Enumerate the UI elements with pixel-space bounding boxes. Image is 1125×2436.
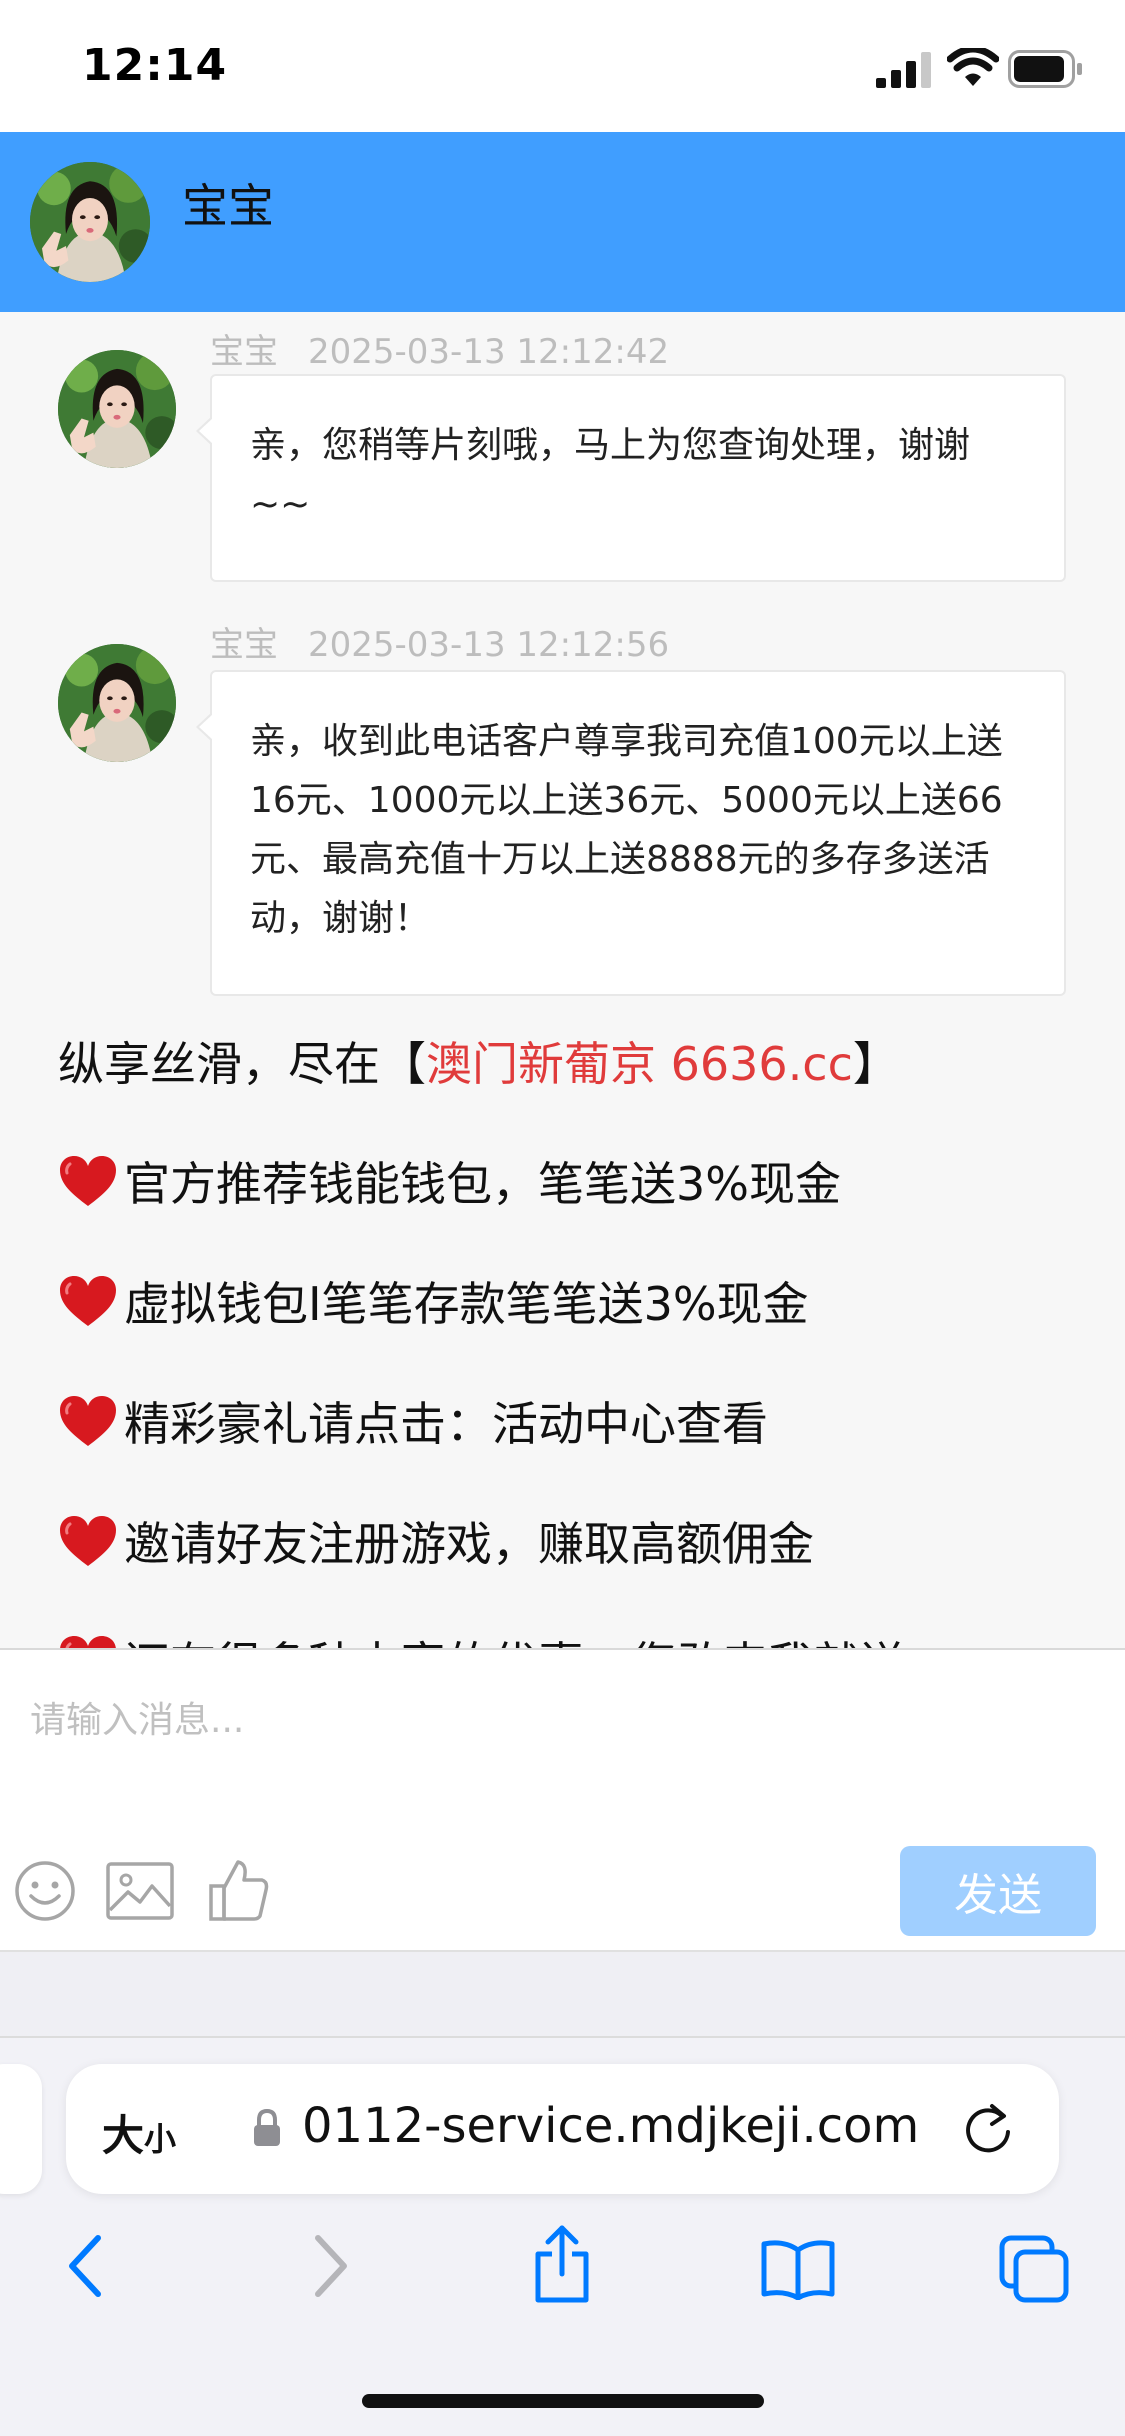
promo-prefix: 纵享丝滑，尽在【	[58, 1037, 426, 1091]
promo-headline: 纵享丝滑，尽在【澳门新葡京 6636.cc】	[58, 1028, 899, 1094]
wifi-icon	[947, 48, 999, 86]
message-avatar	[58, 350, 176, 468]
message-meta: 宝宝 2025-03-13 12:12:56	[210, 617, 669, 666]
promo-item-text: 官方推荐钱能钱包，笔笔送3%现金	[124, 1157, 841, 1211]
image-icon[interactable]	[106, 1862, 174, 1920]
message-timestamp: 2025-03-13 12:12:56	[308, 625, 670, 665]
message-timestamp: 2025-03-13 12:12:42	[308, 332, 670, 372]
text-size-button[interactable]: 大小	[102, 2102, 176, 2163]
text-size-big: 大	[102, 2111, 145, 2160]
heart-icon	[58, 1634, 118, 1648]
url-text[interactable]: 0112-service.mdjkeji.com	[302, 2098, 919, 2154]
status-time: 12:14	[82, 40, 228, 91]
lock-icon	[254, 2108, 280, 2146]
agent-name: 宝宝	[182, 179, 274, 233]
status-bar: 12:14	[0, 0, 1125, 132]
promo-item: 虚拟钱包I笔笔存款笔笔送3%现金	[58, 1268, 809, 1334]
back-icon[interactable]	[66, 2234, 106, 2298]
tabs-icon[interactable]	[998, 2234, 1070, 2304]
message-list[interactable]: 宝宝 2025-03-13 12:12:42 亲，您稍等片刻哦，马上为您查询处理，…	[0, 312, 1125, 1648]
message-input[interactable]	[30, 1680, 1090, 1760]
message-meta: 宝宝 2025-03-13 12:12:42	[210, 324, 669, 373]
chat-header: 宝宝	[0, 132, 1125, 312]
promo-item: 邀请好友注册游戏，赚取高额佣金	[58, 1508, 814, 1574]
forward-icon[interactable]	[310, 2234, 350, 2298]
promo-item-text: 邀请好友注册游戏，赚取高额佣金	[124, 1517, 814, 1571]
share-icon[interactable]	[530, 2224, 594, 2304]
emoji-icon[interactable]	[14, 1860, 76, 1922]
promo-suffix: 】	[852, 1037, 899, 1091]
address-bar[interactable]: 大小 0112-service.mdjkeji.com	[66, 2064, 1059, 2194]
agent-avatar	[30, 162, 150, 282]
thumbs-up-icon[interactable]	[208, 1858, 270, 1922]
composer: 发送	[0, 1648, 1125, 1950]
signal-icon	[876, 52, 931, 88]
reload-icon[interactable]	[962, 2102, 1016, 2156]
message-sender: 宝宝	[210, 625, 278, 665]
promo-item: 精彩豪礼请点击：活动中心查看	[58, 1388, 768, 1454]
message-bubble: 亲，收到此电话客户尊享我司充值100元以上送16元、1000元以上送36元、50…	[196, 670, 1066, 996]
heart-icon	[58, 1154, 118, 1208]
message-bubble: 亲，您稍等片刻哦，马上为您查询处理，谢谢~~	[196, 374, 1066, 582]
promo-item-text: 虚拟钱包I笔笔存款笔笔送3%现金	[124, 1277, 809, 1331]
send-button[interactable]: 发送	[900, 1846, 1096, 1936]
message-avatar	[58, 644, 176, 762]
message-sender: 宝宝	[210, 332, 278, 372]
promo-item: 官方推荐钱能钱包，笔笔送3%现金	[58, 1148, 841, 1214]
bookmarks-icon[interactable]	[760, 2238, 836, 2300]
promo-item-text: 还有很多种丰富的优惠，您敢来我就送	[124, 1637, 906, 1648]
promo-item-text: 精彩豪礼请点击：活动中心查看	[124, 1397, 768, 1451]
heart-icon	[58, 1274, 118, 1328]
promo-item: 还有很多种丰富的优惠，您敢来我就送	[58, 1628, 906, 1648]
heart-icon	[58, 1394, 118, 1448]
text-size-small: 小	[144, 2120, 177, 2158]
page-bottom-gap	[0, 1950, 1125, 2036]
browser-toolbar: 大小 0112-service.mdjkeji.com	[0, 2036, 1125, 2436]
home-indicator	[362, 2394, 764, 2408]
heart-icon	[58, 1514, 118, 1568]
battery-icon	[1008, 50, 1082, 88]
previous-tab[interactable]	[0, 2064, 42, 2194]
promo-site-link[interactable]: 澳门新葡京 6636.cc	[426, 1037, 853, 1091]
